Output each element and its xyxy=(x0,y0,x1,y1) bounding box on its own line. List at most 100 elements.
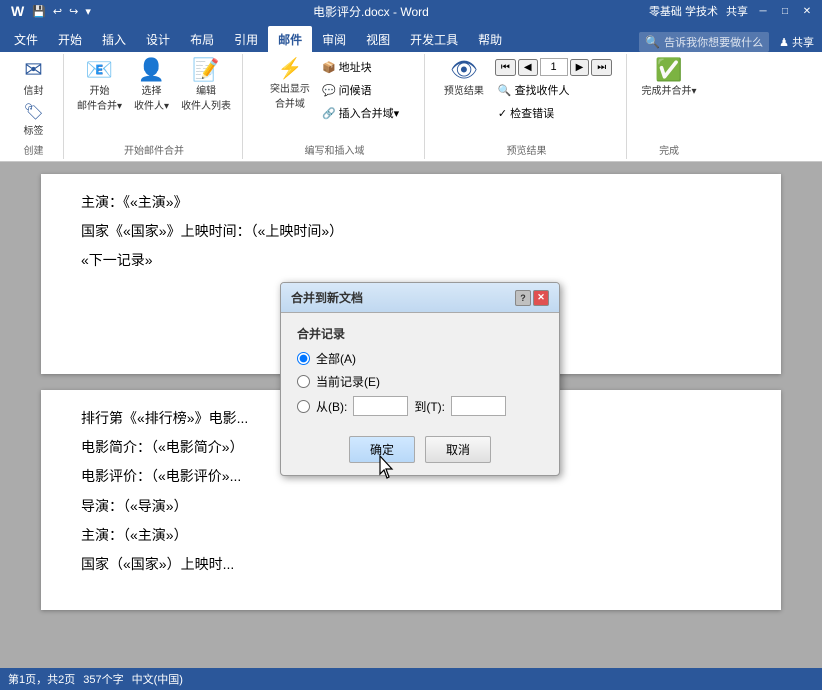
search-icon: 🔍 xyxy=(645,35,660,49)
btn-greeting[interactable]: 💬 问候语 xyxy=(317,79,404,101)
tab-references[interactable]: 引用 xyxy=(224,26,268,52)
radio-all-input[interactable] xyxy=(297,352,310,365)
range-from-input[interactable] xyxy=(353,396,408,416)
record-navigator: ⏮ ◀ ▶ ⏭ xyxy=(493,56,614,78)
group-write-insert-items: ⚡ 突出显示合并域 📦 地址块 💬 问候语 🔗 插入合并域▾ xyxy=(265,56,404,140)
search-bar[interactable]: 🔍 告诉我你想要做什么 xyxy=(639,32,769,52)
btn-select-recipients[interactable]: 👤 选择收件人▾ xyxy=(129,56,174,115)
group-write-insert-label: 编写和插入域 xyxy=(305,142,365,157)
check-errors-icon: ✓ xyxy=(498,107,507,120)
share-link[interactable]: ♟ 共享 xyxy=(779,34,814,50)
dialog-close-btn[interactable]: ✕ xyxy=(533,290,549,306)
maximize-btn[interactable]: □ xyxy=(778,4,792,18)
btn-preview-results[interactable]: 👁 预览结果 xyxy=(439,56,489,100)
range-to-input[interactable] xyxy=(451,396,506,416)
dialog-cancel-btn[interactable]: 取消 xyxy=(425,436,491,463)
tab-review[interactable]: 审阅 xyxy=(312,26,356,52)
highlight-icon: ⚡ xyxy=(277,59,302,79)
title-bar-left: W 💾 ↩ ↪ ▾ xyxy=(8,3,93,19)
write-insert-col: 📦 地址块 💬 问候语 🔗 插入合并域▾ xyxy=(317,56,404,124)
doc-line-next: «下一记录» xyxy=(81,248,741,273)
undo-quick-btn[interactable]: ↩ xyxy=(51,4,64,19)
title-bar-right: 零基础 学技术 共享 ─ □ ✕ xyxy=(649,3,814,19)
btn-labels[interactable]: 🏷 标签 xyxy=(14,102,54,140)
share-btn[interactable]: 共享 xyxy=(726,3,748,19)
tab-view[interactable]: 视图 xyxy=(356,26,400,52)
quick-access-toolbar: W 💾 ↩ ↪ ▾ xyxy=(8,3,93,19)
btn-insert-field[interactable]: 🔗 插入合并域▾ xyxy=(317,102,404,124)
ribbon-content: ✉ 信封 🏷 标签 创建 📧 开始邮件合并▾ 👤 xyxy=(0,52,822,162)
word-icon: W xyxy=(8,3,27,19)
customize-quick-btn[interactable]: ▾ xyxy=(83,4,93,19)
edit-recipients-icon: 📝 xyxy=(192,59,219,81)
tab-design[interactable]: 设计 xyxy=(136,26,180,52)
radio-current-label: 当前记录(E) xyxy=(316,373,380,390)
radio-range-input[interactable] xyxy=(297,400,310,413)
group-start-merge: 📧 开始邮件合并▾ 👤 选择收件人▾ 📝 编辑收件人列表 开始邮件合并 xyxy=(66,54,243,159)
dialog-help-btn[interactable]: ? xyxy=(515,290,531,306)
group-finish-label: 完成 xyxy=(659,142,679,157)
dialog-body: 合并记录 全部(A) 当前记录(E) 从(B): 到(T): xyxy=(281,313,559,428)
dialog-title-bar[interactable]: 合并到新文档 ? ✕ xyxy=(281,283,559,313)
ribbon: 文件 开始 插入 设计 布局 引用 邮件 审阅 视图 开发工具 帮助 🔍 告诉我… xyxy=(0,22,822,162)
tab-home[interactable]: 开始 xyxy=(48,26,92,52)
doc-line-country2: 国家（«国家»）上映时... xyxy=(81,552,741,577)
greeting-icon: 💬 xyxy=(322,84,336,97)
btn-envelope[interactable]: ✉ 信封 xyxy=(14,56,54,100)
redo-quick-btn[interactable]: ↪ xyxy=(67,4,80,19)
record-number-input[interactable] xyxy=(540,58,568,76)
radio-all[interactable]: 全部(A) xyxy=(297,350,543,367)
next-record-btn[interactable]: ▶ xyxy=(570,59,590,76)
btn-highlight-merge[interactable]: ⚡ 突出显示合并域 xyxy=(265,56,315,113)
envelope-icon: ✉ xyxy=(24,59,42,81)
group-finish: ✅ 完成并合并▾ 完成 xyxy=(629,54,709,159)
group-preview-label: 预览结果 xyxy=(507,142,547,157)
tab-layout[interactable]: 布局 xyxy=(180,26,224,52)
doc-content-1: 主演：《«主演»》 国家《«国家»》上映时间：（«上映时间»） «下一记录» xyxy=(81,190,741,274)
tab-insert[interactable]: 插入 xyxy=(92,26,136,52)
save-quick-btn[interactable]: 💾 xyxy=(30,4,48,19)
btn-address-block[interactable]: 📦 地址块 xyxy=(317,56,404,78)
last-record-btn[interactable]: ⏭ xyxy=(591,59,612,76)
btn-check-errors[interactable]: ✓ 检查错误 xyxy=(493,102,614,124)
radio-group-merge: 全部(A) 当前记录(E) 从(B): 到(T): xyxy=(297,350,543,416)
find-recipient-icon: 🔍 xyxy=(498,84,512,97)
group-start-merge-items: 📧 开始邮件合并▾ 👤 选择收件人▾ 📝 编辑收件人列表 xyxy=(72,56,236,140)
group-finish-items: ✅ 完成并合并▾ xyxy=(637,56,702,140)
tab-file[interactable]: 文件 xyxy=(4,26,48,52)
group-preview: 👁 预览结果 ⏮ ◀ ▶ ⏭ 🔍 查找收件人 xyxy=(427,54,627,159)
dialog-buttons: 确定 取消 xyxy=(281,428,559,475)
title-bar-title: 电影评分.docx - Word xyxy=(93,3,649,20)
radio-current[interactable]: 当前记录(E) xyxy=(297,373,543,390)
insert-field-icon: 🔗 xyxy=(322,107,336,120)
radio-range[interactable]: 从(B): 到(T): xyxy=(297,396,543,416)
group-create-label: 创建 xyxy=(24,142,44,157)
radio-to-label: 到(T): xyxy=(414,398,445,415)
radio-current-input[interactable] xyxy=(297,375,310,388)
status-bar: 第1页，共2页 357个字 中文(中国) xyxy=(0,668,822,690)
prev-record-btn[interactable]: ◀ xyxy=(518,59,538,76)
btn-finish-merge[interactable]: ✅ 完成并合并▾ xyxy=(637,56,702,100)
btn-find-recipient[interactable]: 🔍 查找收件人 xyxy=(493,79,614,101)
preview-icon: 👁 xyxy=(450,59,478,81)
preview-nav-col: ⏮ ◀ ▶ ⏭ 🔍 查找收件人 ✓ 检查错误 xyxy=(493,56,614,124)
close-btn[interactable]: ✕ xyxy=(800,4,814,18)
group-preview-items: 👁 预览结果 ⏮ ◀ ▶ ⏭ 🔍 查找收件人 xyxy=(439,56,614,140)
tab-mailings[interactable]: 邮件 xyxy=(268,26,312,52)
main-area: 主演：《«主演»》 国家《«国家»》上映时间：（«上映时间»） «下一记录» 排… xyxy=(0,162,822,668)
cursor-svg xyxy=(378,454,398,480)
word-count: 357个字 xyxy=(83,671,123,687)
doc-line-country: 国家《«国家»》上映时间：（«上映时间»） xyxy=(81,219,741,244)
first-record-btn[interactable]: ⏮ xyxy=(495,59,516,76)
merge-dialog: 合并到新文档 ? ✕ 合并记录 全部(A) 当前记录(E) xyxy=(280,282,560,476)
btn-start-merge[interactable]: 📧 开始邮件合并▾ xyxy=(72,56,127,115)
doc-line-actor2: 主演：（«主演»） xyxy=(81,523,741,548)
dialog-title-icons: ? ✕ xyxy=(515,290,549,306)
tab-help[interactable]: 帮助 xyxy=(468,26,512,52)
tab-developer[interactable]: 开发工具 xyxy=(400,26,468,52)
dialog-ok-btn[interactable]: 确定 xyxy=(349,436,415,463)
group-start-merge-label: 开始邮件合并 xyxy=(124,142,184,157)
btn-edit-recipients[interactable]: 📝 编辑收件人列表 xyxy=(176,56,236,115)
dialog-title-text: 合并到新文档 xyxy=(291,289,363,306)
minimize-btn[interactable]: ─ xyxy=(756,4,770,18)
